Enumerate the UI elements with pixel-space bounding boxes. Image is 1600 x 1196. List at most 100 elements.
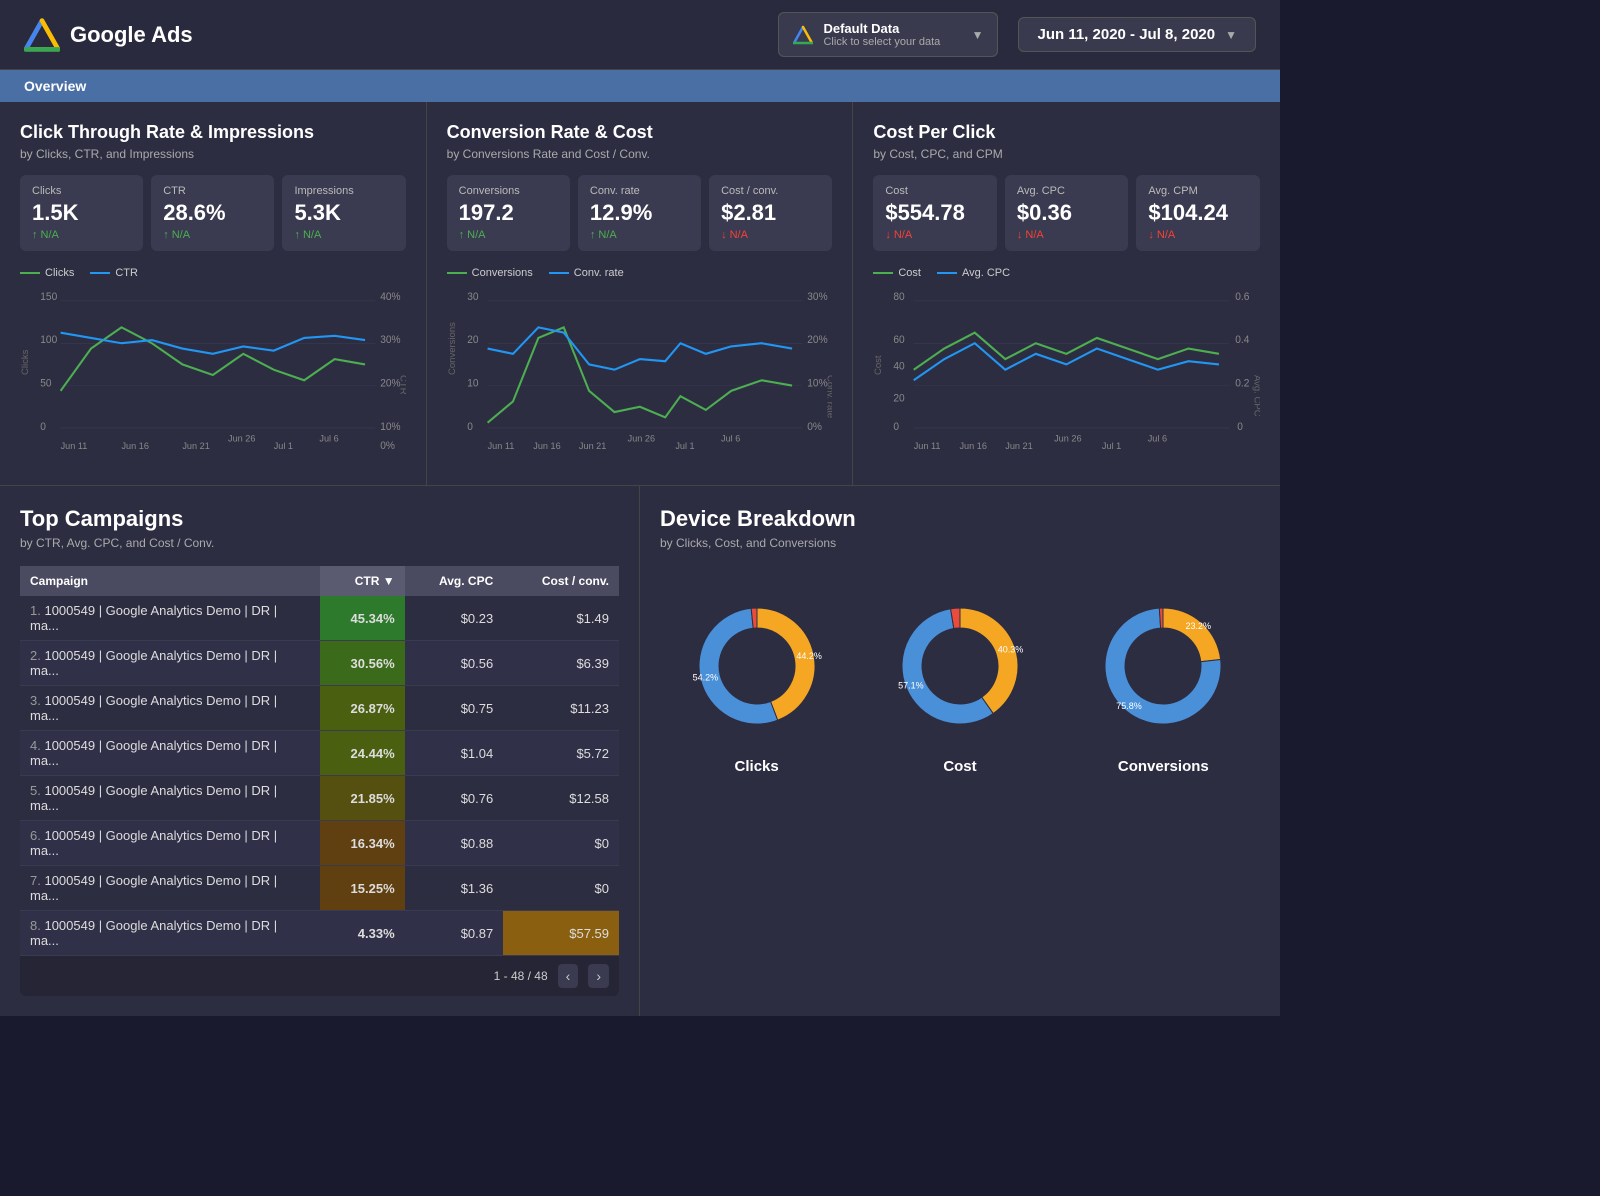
- donut-label-clicks: Clicks: [735, 758, 779, 775]
- svg-text:Jun 11: Jun 11: [61, 441, 88, 451]
- campaign-num-cell: 4. 1000549 | Google Analytics Demo | DR …: [20, 731, 320, 776]
- campaign-cpc-cell: $0.23: [405, 596, 504, 641]
- svg-text:75.8%: 75.8%: [1117, 701, 1143, 711]
- svg-text:10%: 10%: [807, 379, 827, 390]
- svg-text:30: 30: [467, 292, 479, 303]
- campaign-costconv-cell: $1.49: [503, 596, 619, 641]
- header: Google Ads Default Data Click to select …: [0, 0, 1280, 70]
- col-cost-conv[interactable]: Cost / conv.: [503, 566, 619, 596]
- svg-text:0: 0: [1238, 422, 1244, 433]
- campaign-cpc-cell: $0.56: [405, 641, 504, 686]
- table-row: 3. 1000549 | Google Analytics Demo | DR …: [20, 686, 619, 731]
- date-range-text: Jun 11, 2020 - Jul 8, 2020: [1037, 26, 1215, 43]
- svg-text:30%: 30%: [807, 292, 827, 303]
- data-source-selector[interactable]: Default Data Click to select your data ▼: [778, 12, 998, 57]
- bottom-section: Top Campaigns by CTR, Avg. CPC, and Cost…: [0, 486, 1280, 1016]
- pagination-text: 1 - 48 / 48: [494, 969, 548, 983]
- panel-2-metrics: Conversions 197.2 ↑N/A Conv. rate 12.9% …: [447, 175, 833, 251]
- svg-text:150: 150: [40, 292, 57, 303]
- panel-1-subtitle: by Clicks, CTR, and Impressions: [20, 147, 406, 161]
- svg-text:0: 0: [40, 422, 46, 433]
- table-row: 7. 1000549 | Google Analytics Demo | DR …: [20, 866, 619, 911]
- panel-1-title: Click Through Rate & Impressions: [20, 122, 406, 143]
- col-avg-cpc[interactable]: Avg. CPC: [405, 566, 504, 596]
- campaign-ctr-cell: 26.87%: [320, 686, 405, 731]
- svg-text:20%: 20%: [380, 379, 400, 390]
- top-campaigns-section: Top Campaigns by CTR, Avg. CPC, and Cost…: [0, 486, 640, 1016]
- ctr-change: ↑N/A: [163, 229, 262, 241]
- cost-conv-metric: Cost / conv. $2.81 ↓N/A: [709, 175, 832, 251]
- avg-cpc-metric: Avg. CPC $0.36 ↓N/A: [1005, 175, 1129, 251]
- svg-text:Conv. rate: Conv. rate: [825, 375, 832, 418]
- logo-area: Google Ads: [24, 17, 193, 53]
- svg-text:10%: 10%: [380, 422, 400, 433]
- campaign-costconv-cell: $0: [503, 866, 619, 911]
- date-range-selector[interactable]: Jun 11, 2020 - Jul 8, 2020 ▼: [1018, 17, 1256, 52]
- table-row: 1. 1000549 | Google Analytics Demo | DR …: [20, 596, 619, 641]
- svg-text:Jun 16: Jun 16: [121, 441, 148, 451]
- svg-text:0.6: 0.6: [1236, 292, 1250, 303]
- table-row: 8. 1000549 | Google Analytics Demo | DR …: [20, 911, 619, 956]
- cost-metric: Cost $554.78 ↓N/A: [873, 175, 997, 251]
- svg-text:Jun 11: Jun 11: [914, 441, 941, 451]
- panel-3-chart: 80 60 40 20 0 0.6 0.4 0.2 0 Cost Avg. CP…: [873, 285, 1260, 465]
- svg-text:Jun 21: Jun 21: [1006, 441, 1033, 451]
- panel-1-legend: Clicks CTR: [20, 267, 406, 279]
- panel-2-legend: Conversions Conv. rate: [447, 267, 833, 279]
- svg-text:Clicks: Clicks: [20, 349, 30, 375]
- campaign-ctr-cell: 4.33%: [320, 911, 405, 956]
- svg-text:Jul 6: Jul 6: [319, 434, 338, 444]
- panel-1-chart: 150 100 50 0 40% 30% 20% 10% 0% Clicks C…: [20, 285, 406, 465]
- campaign-num-cell: 2. 1000549 | Google Analytics Demo | DR …: [20, 641, 320, 686]
- svg-text:100: 100: [40, 335, 57, 346]
- chevron-down-icon: ▼: [972, 28, 984, 42]
- svg-text:Jul 1: Jul 1: [274, 441, 293, 451]
- col-ctr[interactable]: CTR ▼: [320, 566, 405, 596]
- campaign-ctr-cell: 16.34%: [320, 821, 405, 866]
- svg-text:20%: 20%: [807, 335, 827, 346]
- campaign-num-cell: 7. 1000549 | Google Analytics Demo | DR …: [20, 866, 320, 911]
- conversions-metric: Conversions 197.2 ↑N/A: [447, 175, 570, 251]
- svg-text:Jun 21: Jun 21: [579, 441, 606, 451]
- campaign-cpc-cell: $0.75: [405, 686, 504, 731]
- svg-text:10: 10: [467, 379, 479, 390]
- panel-3-title: Cost Per Click: [873, 122, 1260, 143]
- app-title: Google Ads: [70, 22, 193, 48]
- prev-page-button[interactable]: ‹: [558, 964, 579, 988]
- svg-text:CTR: CTR: [399, 375, 406, 395]
- next-page-button[interactable]: ›: [588, 964, 609, 988]
- panel-conv-rate: Conversion Rate & Cost by Conversions Ra…: [427, 102, 854, 485]
- table-row: 5. 1000549 | Google Analytics Demo | DR …: [20, 776, 619, 821]
- svg-text:Jun 26: Jun 26: [627, 434, 654, 444]
- campaign-cpc-cell: $0.88: [405, 821, 504, 866]
- svg-text:0%: 0%: [380, 441, 395, 452]
- svg-text:Jun 11: Jun 11: [487, 441, 514, 451]
- campaign-ctr-cell: 15.25%: [320, 866, 405, 911]
- campaigns-title: Top Campaigns: [20, 506, 619, 532]
- donut-label-cost: Cost: [943, 758, 976, 775]
- svg-text:40.3%: 40.3%: [998, 645, 1024, 655]
- campaign-cpc-cell: $0.76: [405, 776, 504, 821]
- campaign-num-cell: 8. 1000549 | Google Analytics Demo | DR …: [20, 911, 320, 956]
- svg-text:30%: 30%: [380, 335, 400, 346]
- svg-text:20: 20: [467, 335, 479, 346]
- svg-text:Jul 6: Jul 6: [1148, 434, 1167, 444]
- panel-3-metrics: Cost $554.78 ↓N/A Avg. CPC $0.36 ↓N/A Av…: [873, 175, 1260, 251]
- donut-chart-conversions: 23.2% 75.8% Conversions: [1083, 586, 1243, 775]
- campaign-costconv-cell: $57.59: [503, 911, 619, 956]
- svg-text:44.2%: 44.2%: [796, 651, 822, 661]
- panel-2-subtitle: by Conversions Rate and Cost / Conv.: [447, 147, 833, 161]
- panel-ctr-impressions: Click Through Rate & Impressions by Clic…: [0, 102, 427, 485]
- svg-text:Avg. CPC: Avg. CPC: [1253, 375, 1260, 417]
- campaign-costconv-cell: $12.58: [503, 776, 619, 821]
- donut-chart-clicks: 44.2%54.2% Clicks: [677, 586, 837, 775]
- svg-text:20: 20: [894, 394, 906, 405]
- campaign-cpc-cell: $1.36: [405, 866, 504, 911]
- svg-text:23.2%: 23.2%: [1186, 621, 1212, 631]
- donut-label-conversions: Conversions: [1118, 758, 1209, 775]
- device-breakdown-title: Device Breakdown: [660, 506, 1260, 532]
- svg-text:Jun 26: Jun 26: [228, 434, 255, 444]
- donut-charts-container: 44.2%54.2% Clicks 40.3%57.1% Cost 23.2%7…: [660, 566, 1260, 795]
- svg-text:Jul 1: Jul 1: [1102, 441, 1121, 451]
- campaign-cpc-cell: $0.87: [405, 911, 504, 956]
